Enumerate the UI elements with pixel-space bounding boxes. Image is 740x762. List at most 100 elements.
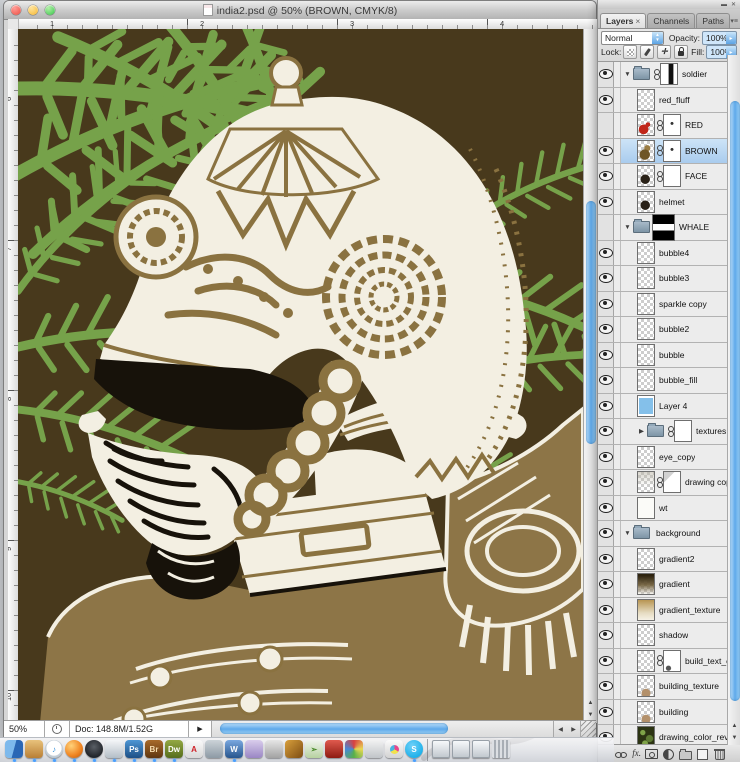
lock-paint-button[interactable]: [640, 45, 655, 59]
minimize-button[interactable]: [28, 5, 38, 15]
dock-item-clamp-tool[interactable]: [264, 739, 284, 761]
palette-scroll-up-icon[interactable]: ▲: [728, 720, 740, 732]
expand-triangle-icon[interactable]: ▼: [623, 530, 632, 537]
visibility-toggle[interactable]: [598, 521, 614, 546]
layer-thumbnail[interactable]: [637, 700, 655, 723]
mask-thumbnail[interactable]: [663, 165, 681, 188]
layer-name[interactable]: sparkle copy: [659, 299, 707, 309]
visibility-toggle[interactable]: [598, 393, 614, 418]
bridge-icon[interactable]: Br: [145, 740, 163, 758]
mask-thumbnail[interactable]: [663, 649, 681, 672]
lock-position-button[interactable]: ✛: [657, 45, 672, 59]
layer-thumbnail[interactable]: [637, 598, 655, 621]
visibility-toggle[interactable]: [598, 342, 614, 367]
dock-item-acrobat[interactable]: A: [184, 739, 204, 761]
dock-item-colorsync[interactable]: [364, 739, 384, 761]
swatch-fan-icon[interactable]: [345, 740, 363, 758]
dock-item-pencil-box[interactable]: [324, 739, 344, 761]
palette-scrollbar[interactable]: ▲ ▼: [727, 55, 740, 745]
dock-item-paper-plane[interactable]: ➢: [304, 739, 324, 761]
visibility-toggle[interactable]: [598, 291, 614, 316]
layer-thumbnail[interactable]: [637, 190, 655, 213]
dock-item-word[interactable]: W: [224, 739, 244, 762]
finder-window-icon[interactable]: [432, 740, 450, 758]
dock-item-ichat[interactable]: [244, 739, 264, 761]
layer-name[interactable]: gradient: [659, 579, 690, 589]
visibility-toggle[interactable]: [598, 368, 614, 393]
layer-row-bubble[interactable]: bubble: [598, 342, 740, 368]
dock-item-firefox[interactable]: [64, 739, 84, 762]
adjustment-icon[interactable]: [662, 748, 675, 760]
link-layers-icon[interactable]: [615, 748, 628, 760]
layer-name[interactable]: FACE: [685, 171, 707, 181]
layer-row-wt[interactable]: wt: [598, 495, 740, 521]
layer-name[interactable]: gradient_texture: [659, 605, 720, 615]
visibility-toggle[interactable]: [598, 623, 614, 648]
layer-name[interactable]: bubble: [659, 350, 685, 360]
palette-minimize-icon[interactable]: ▬: [721, 2, 727, 8]
layer-row-helmet[interactable]: helmet: [598, 189, 740, 215]
zoom-button[interactable]: [45, 5, 55, 15]
dock-item-art-tools[interactable]: [284, 739, 304, 761]
skype-icon[interactable]: S: [405, 740, 423, 758]
new-layer-icon[interactable]: [696, 748, 709, 760]
layer-name[interactable]: Layer 4: [659, 401, 687, 411]
visibility-toggle[interactable]: [598, 648, 614, 673]
palette-scroll-thumb[interactable]: [729, 101, 740, 701]
layer-thumbnail[interactable]: [637, 88, 655, 111]
layer-name[interactable]: drawing_color_rev: [659, 732, 728, 742]
itunes-icon[interactable]: ♪: [45, 740, 63, 758]
layer-thumbnail[interactable]: [637, 649, 655, 672]
visibility-toggle[interactable]: [598, 62, 614, 87]
lock-transparency-button[interactable]: [623, 45, 638, 59]
mask-thumbnail[interactable]: [663, 139, 681, 162]
scroll-right-icon[interactable]: ▶: [571, 726, 576, 733]
visibility-toggle[interactable]: [598, 317, 614, 342]
firefox-icon[interactable]: [65, 740, 83, 758]
new-group-icon[interactable]: [679, 748, 692, 760]
dock-item-grid-window[interactable]: [471, 739, 491, 761]
dock-item-color-pie[interactable]: [384, 739, 404, 761]
visibility-toggle[interactable]: [598, 699, 614, 724]
dashboard-dial-icon[interactable]: [85, 740, 103, 758]
layer-name[interactable]: helmet: [659, 197, 685, 207]
mask-thumbnail[interactable]: [660, 63, 678, 86]
dock-item-dreamweaver[interactable]: Dw: [164, 739, 184, 762]
layer-thumbnail[interactable]: [637, 726, 655, 744]
dreamweaver-icon[interactable]: Dw: [165, 740, 183, 758]
layer-thumbnail[interactable]: [637, 573, 655, 596]
layer-thumbnail[interactable]: [637, 547, 655, 570]
layer-row-bubble2[interactable]: bubble2: [598, 317, 740, 343]
dock-item-finder[interactable]: [4, 739, 24, 762]
dock-item-iphoto[interactable]: [104, 739, 124, 762]
layer-row-brown[interactable]: BROWN: [598, 138, 740, 164]
visibility-toggle[interactable]: [598, 470, 614, 495]
add-mask-icon[interactable]: [645, 748, 658, 760]
layer-thumbnail[interactable]: [637, 165, 655, 188]
lock-all-button[interactable]: [674, 45, 689, 59]
expand-triangle-icon[interactable]: ▼: [623, 224, 632, 231]
layer-name[interactable]: RED: [685, 120, 703, 130]
layer-thumbnail[interactable]: [637, 343, 655, 366]
visibility-toggle[interactable]: [598, 266, 614, 291]
palette-scroll-down-icon[interactable]: ▼: [728, 732, 740, 744]
layer-name[interactable]: red_fluff: [659, 95, 690, 105]
layer-row-red[interactable]: RED: [598, 113, 740, 139]
layer-row-building_texture[interactable]: building_texture: [598, 674, 740, 700]
layer-name[interactable]: shadow: [659, 630, 688, 640]
blend-mode-select[interactable]: Normal ▲ ▼: [601, 31, 664, 45]
palette-close-icon[interactable]: ✕: [731, 2, 736, 8]
trash-icon[interactable]: [492, 740, 510, 758]
clamp-tool-icon[interactable]: [265, 740, 283, 758]
layer-row-whale[interactable]: ▼ WHALE: [598, 213, 740, 241]
grid-window-icon[interactable]: [472, 740, 490, 758]
layer-row-gradient_texture[interactable]: gradient_texture: [598, 597, 740, 623]
visibility-toggle[interactable]: [598, 240, 614, 265]
visibility-toggle[interactable]: [598, 164, 614, 189]
layer-name[interactable]: bubble2: [659, 324, 689, 334]
title-bar[interactable]: india2.psd @ 50% (BROWN, CMYK/8): [4, 1, 596, 20]
layer-thumbnail[interactable]: [637, 394, 655, 417]
panel-menu-icon[interactable]: ▾≡: [730, 17, 738, 25]
layer-name[interactable]: soldier: [682, 69, 707, 79]
visibility-toggle[interactable]: [598, 495, 614, 520]
